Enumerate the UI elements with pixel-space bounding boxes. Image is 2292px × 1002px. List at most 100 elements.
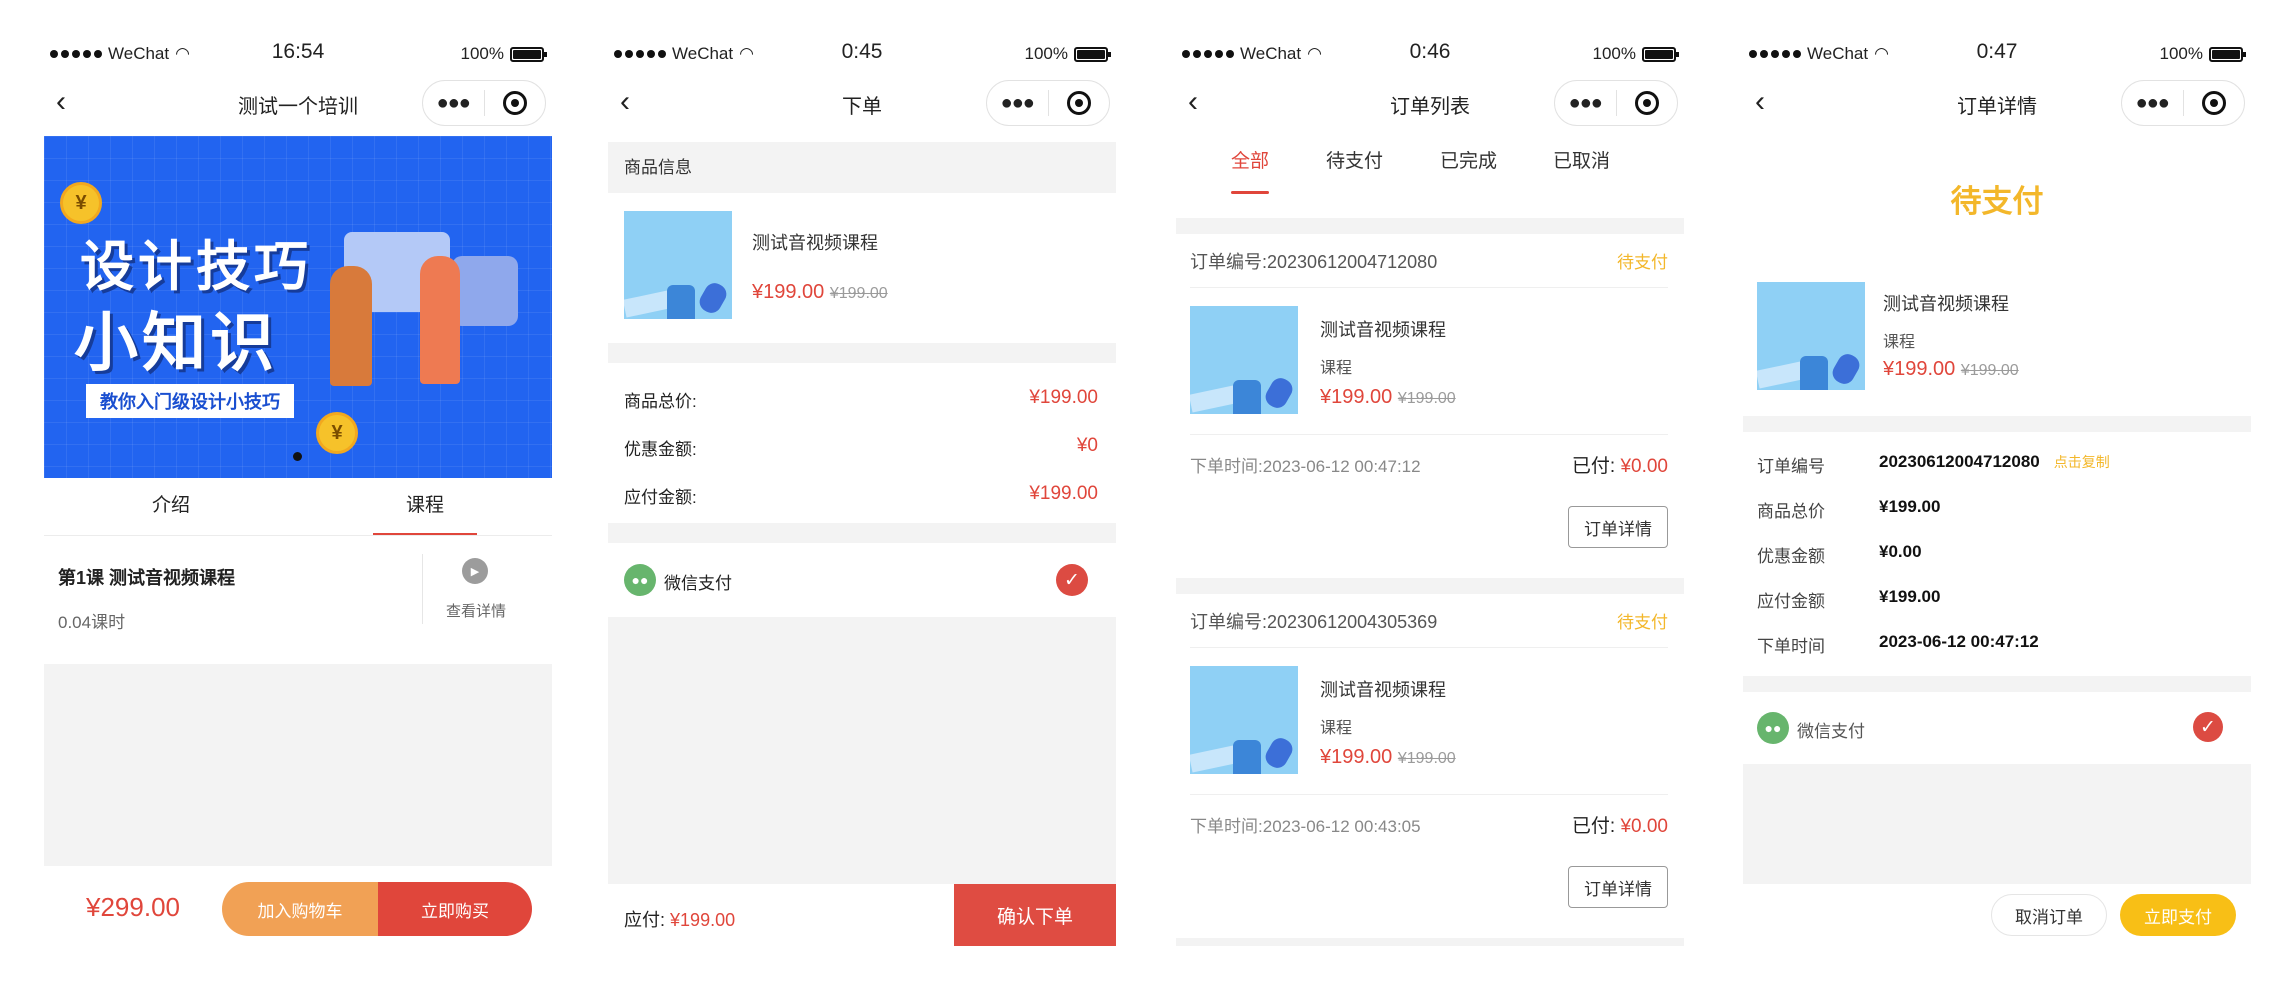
total-label: 商品总价:	[624, 392, 697, 411]
order-number: 20230612004305369	[1267, 611, 1438, 632]
nav-bar: ‹ 下单 ●●●	[608, 74, 1116, 130]
order-detail-button[interactable]: 订单详情	[1568, 866, 1668, 908]
content-placeholder	[608, 617, 1116, 884]
course-tabs: 介绍 课程	[44, 478, 552, 536]
confirm-order-button[interactable]: 确认下单	[954, 884, 1116, 946]
lesson-hours: 0.04课时	[58, 613, 126, 632]
more-dots-icon[interactable]: ●●●	[1555, 92, 1616, 115]
play-icon[interactable]: ▶	[462, 558, 488, 584]
order-status: 待支付	[1617, 613, 1668, 632]
coin-icon: ¥	[316, 412, 358, 454]
banner-tagline: 教你入门级设计小技巧	[86, 384, 294, 418]
lesson-title: 第1课 测试音视频课程	[58, 568, 236, 588]
payable-value: ¥199.00	[1029, 483, 1098, 504]
checkout-screen: WeChat ◠ 0:45 100% ‹ 下单 ●●● 商品信息 测试音视频课程 …	[608, 36, 1116, 946]
order-time-label: 下单时间:	[1190, 457, 1263, 476]
illustration-person	[420, 256, 460, 384]
mini-program-capsule: ●●●	[422, 80, 546, 126]
tab-course[interactable]: 课程	[298, 478, 552, 535]
carousel-indicator[interactable]	[293, 452, 302, 461]
tab-intro[interactable]: 介绍	[44, 478, 298, 535]
view-details-link[interactable]: 查看详情	[436, 600, 516, 621]
close-program-button[interactable]	[1616, 91, 1677, 115]
discount-value: ¥0	[1076, 435, 1098, 456]
info-value: ¥199.00	[1879, 497, 1941, 516]
pay-now-button[interactable]: 立即支付	[2120, 894, 2236, 936]
course-price: ¥299.00	[86, 892, 180, 922]
tab-cancelled[interactable]: 已取消	[1553, 130, 1610, 194]
add-to-cart-button[interactable]: 加入购物车	[222, 882, 378, 936]
info-label: 下单时间	[1757, 637, 1825, 656]
buy-now-button[interactable]: 立即购买	[378, 882, 532, 936]
order-item-price: ¥199.00	[1320, 746, 1393, 768]
battery-level: 100%	[2159, 44, 2203, 63]
order-detail-button[interactable]: 订单详情	[1568, 506, 1668, 548]
tab-all[interactable]: 全部	[1231, 130, 1270, 194]
order-status-heading: 待支付	[1950, 184, 2044, 219]
course-banner[interactable]: ¥ ¥ 设计技巧 小知识 教你入门级设计小技巧	[44, 136, 552, 478]
order-number: 20230612004712080	[1267, 251, 1438, 272]
banner-headline-2: 小知识	[74, 307, 278, 379]
status-bar: WeChat ◠ 0:45 100%	[608, 36, 1116, 74]
more-dots-icon[interactable]: ●●●	[2122, 92, 2183, 115]
order-time: 2023-06-12 00:47:12	[1262, 457, 1421, 476]
battery-icon	[2209, 46, 2246, 62]
order-number: 20230612004712080	[1879, 452, 2040, 471]
status-bar: WeChat ◠ 0:47 100%	[1743, 36, 2251, 74]
order-item-price: ¥199.00	[1320, 386, 1393, 408]
footer-payable-amount: ¥199.00	[670, 910, 736, 930]
copy-link[interactable]: 点击复制	[2054, 454, 2110, 470]
goods-original-price: ¥199.00	[829, 285, 888, 302]
battery-level: 100%	[1592, 44, 1636, 63]
order-card[interactable]: 订单编号:20230612004305369 待支付 测试音视频课程 课程 ¥19…	[1176, 594, 1684, 938]
payment-method-wechat[interactable]: ●● 微信支付 ✓	[608, 543, 1116, 617]
check-circle-icon: ✓	[2193, 712, 2223, 742]
content-placeholder	[44, 664, 552, 866]
target-circle-icon	[2201, 91, 2226, 115]
cancel-order-button[interactable]: 取消订单	[1991, 894, 2107, 936]
battery-icon	[1074, 46, 1111, 62]
more-dots-icon[interactable]: ●●●	[423, 92, 484, 115]
info-label: 优惠金额	[1757, 547, 1825, 566]
lesson-item[interactable]: 第1课 测试音视频课程 0.04课时 ▶ 查看详情	[44, 536, 552, 646]
target-circle-icon	[1634, 91, 1659, 115]
order-time: 2023-06-12 00:43:05	[1262, 817, 1421, 836]
order-number-label: 订单编号:	[1190, 611, 1268, 632]
mini-program-capsule: ●●●	[1554, 80, 1678, 126]
payable-label: 应付金额:	[624, 488, 697, 507]
info-value: 2023-06-12 00:47:12	[1879, 632, 2039, 651]
close-program-button[interactable]	[1048, 91, 1109, 115]
order-item-name: 测试音视频课程	[1320, 320, 1446, 340]
info-value: ¥199.00	[1879, 587, 1941, 606]
illustration-person	[330, 266, 372, 386]
mini-program-capsule: ●●●	[2121, 80, 2245, 126]
checkout-bar: 应付: ¥199.00 确认下单	[608, 884, 1116, 946]
paid-label: 已付:	[1571, 816, 1616, 837]
course-thumbnail	[624, 211, 732, 319]
order-status-tabs: 全部 待支付 已完成 已取消	[1176, 130, 1684, 194]
payment-label: 微信支付	[1797, 722, 1865, 741]
paid-amount: ¥0.00	[1620, 456, 1668, 477]
tab-completed[interactable]: 已完成	[1440, 130, 1497, 194]
order-card[interactable]: 订单编号:20230612004712080 待支付 测试音视频课程 课程 ¥19…	[1176, 234, 1684, 578]
goods-original-price: ¥199.00	[1960, 362, 2019, 379]
goods-item: 测试音视频课程 ¥199.00 ¥199.00	[608, 193, 1116, 343]
paid-amount: ¥0.00	[1620, 816, 1668, 837]
payment-method-wechat[interactable]: ●● 微信支付 ✓	[1743, 692, 2251, 764]
close-program-button[interactable]	[2183, 91, 2244, 115]
tab-pending[interactable]: 待支付	[1326, 130, 1383, 194]
nav-bar: ‹ 订单列表 ●●●	[1176, 74, 1684, 130]
goods-name: 测试音视频课程	[1883, 294, 2009, 314]
more-dots-icon[interactable]: ●●●	[987, 92, 1048, 115]
illustration-screen	[452, 256, 518, 326]
order-time-label: 下单时间:	[1190, 817, 1263, 836]
course-thumbnail	[1757, 282, 1865, 390]
order-detail-screen: WeChat ◠ 0:47 100% ‹ 订单详情 ●●● 待支付 测试音视频课程…	[1743, 36, 2251, 946]
status-bar: WeChat ◠ 16:54 100%	[44, 36, 552, 74]
course-thumbnail	[1190, 306, 1298, 414]
battery-icon	[510, 46, 547, 62]
order-action-bar: 取消订单 立即支付	[1743, 884, 2251, 946]
close-program-button[interactable]	[484, 91, 545, 115]
info-label: 商品总价	[1757, 502, 1825, 521]
nav-bar: ‹ 测试一个培训 ●●●	[44, 74, 552, 130]
